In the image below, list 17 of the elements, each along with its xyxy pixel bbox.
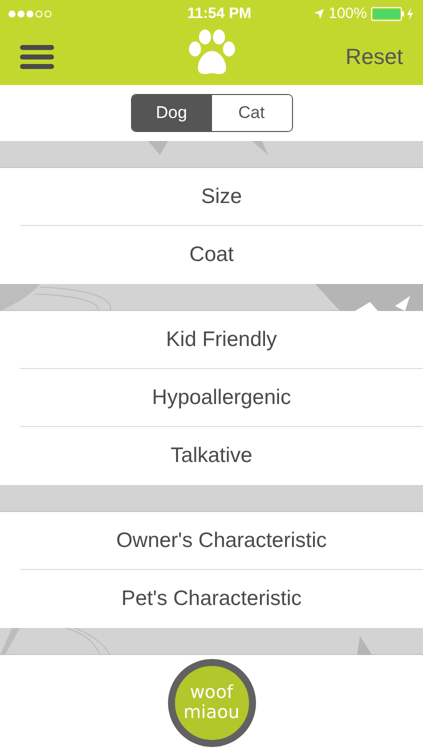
menu-icon[interactable] bbox=[20, 44, 54, 70]
logo-text: miaou bbox=[184, 703, 240, 723]
paw-icon bbox=[187, 29, 237, 77]
menu-item[interactable]: Talkative bbox=[170, 440, 252, 472]
menu-item[interactable]: Size bbox=[201, 180, 242, 212]
menu-item[interactable]: Owner's Characteristic bbox=[116, 524, 327, 556]
segment-tab[interactable]: Dog bbox=[132, 95, 212, 131]
battery-percent: 100% bbox=[328, 4, 367, 24]
menu-item[interactable]: Kid Friendly bbox=[166, 324, 277, 356]
reset-button[interactable]: Reset bbox=[346, 40, 403, 73]
location-icon bbox=[312, 8, 325, 20]
menu-item[interactable]: Hypoallergenic bbox=[152, 382, 291, 414]
logo-text: woof bbox=[190, 683, 234, 703]
battery-icon bbox=[371, 7, 415, 21]
status-time: 11:54 PM bbox=[187, 4, 252, 24]
menu-item[interactable]: Coat bbox=[189, 239, 234, 271]
menu-item[interactable]: Pet's Characteristic bbox=[121, 583, 302, 615]
